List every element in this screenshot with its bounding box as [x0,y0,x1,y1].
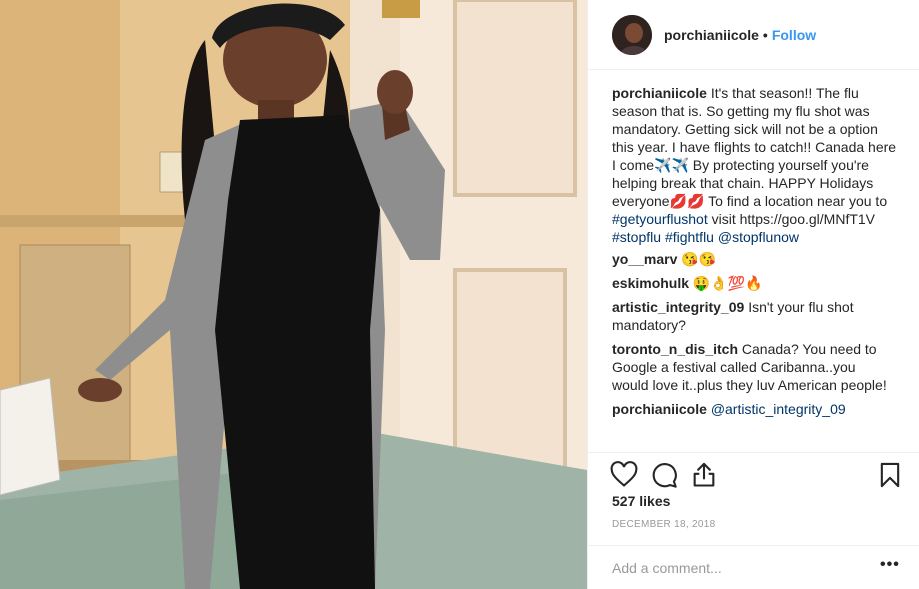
post-header: porchianiicole • Follow [588,0,919,70]
hashtag-link[interactable]: #getyourflushot [612,211,708,227]
comment-username[interactable]: artistic_integrity_09 [612,299,744,315]
comment-username[interactable]: porchianiicole [612,401,707,417]
add-comment-bar: ••• [588,545,919,589]
comment-text[interactable]: @artistic_integrity_09 [711,401,846,417]
comment-item: yo__marv 😘😘 [612,250,902,268]
instagram-post: porchianiicole • Follow porchianiicole I… [0,0,919,589]
photo-illustration [0,0,587,589]
comment-item: porchianiicole @artistic_integrity_09 [612,400,902,418]
comment-username[interactable]: toronto_n_dis_itch [612,341,738,357]
comment-username[interactable]: eskimohulk [612,275,689,291]
header-text: porchianiicole • Follow [664,27,816,43]
caption-text: It's that season!! The flu season that i… [612,85,897,209]
comment-text: 😘😘 [681,251,717,267]
post-date: DECEMBER 18, 2018 [612,519,716,530]
hashtag-link[interactable]: #stopflu [612,229,661,245]
bookmark-icon[interactable] [876,461,904,489]
caption-username[interactable]: porchianiicole [612,85,707,101]
post-photo[interactable] [0,0,587,589]
mention-link[interactable]: @stopflunow [718,229,799,245]
comment-username[interactable]: yo__marv [612,251,677,267]
comments-list[interactable]: porchianiicole It's that season!! The fl… [612,84,902,452]
heart-icon[interactable] [610,461,638,489]
likes-count[interactable]: 527 likes [612,493,670,509]
comment-item: toronto_n_dis_itch Canada? You need to G… [612,340,902,394]
comment-icon[interactable] [650,461,678,489]
action-bar [588,452,919,496]
comment-item: eskimohulk 🤑👌💯🔥 [612,274,902,292]
caption: porchianiicole It's that season!! The fl… [612,84,902,246]
comment-text: 🤑👌💯🔥 [692,275,763,291]
more-options-icon[interactable]: ••• [880,556,900,576]
header-username[interactable]: porchianiicole [664,27,759,43]
caption-text: visit https://goo.gl/MNfT1V [707,211,876,227]
avatar-image [612,14,652,55]
avatar[interactable] [612,14,652,55]
comment-input[interactable] [612,558,862,578]
share-icon[interactable] [690,461,718,489]
hashtag-link[interactable]: #fightflu [665,229,714,245]
comment-item: artistic_integrity_09 Isn't your flu sho… [612,298,902,334]
follow-button[interactable]: Follow [772,27,816,43]
separator-dot: • [762,26,768,43]
post-sidebar: porchianiicole • Follow porchianiicole I… [587,0,919,589]
